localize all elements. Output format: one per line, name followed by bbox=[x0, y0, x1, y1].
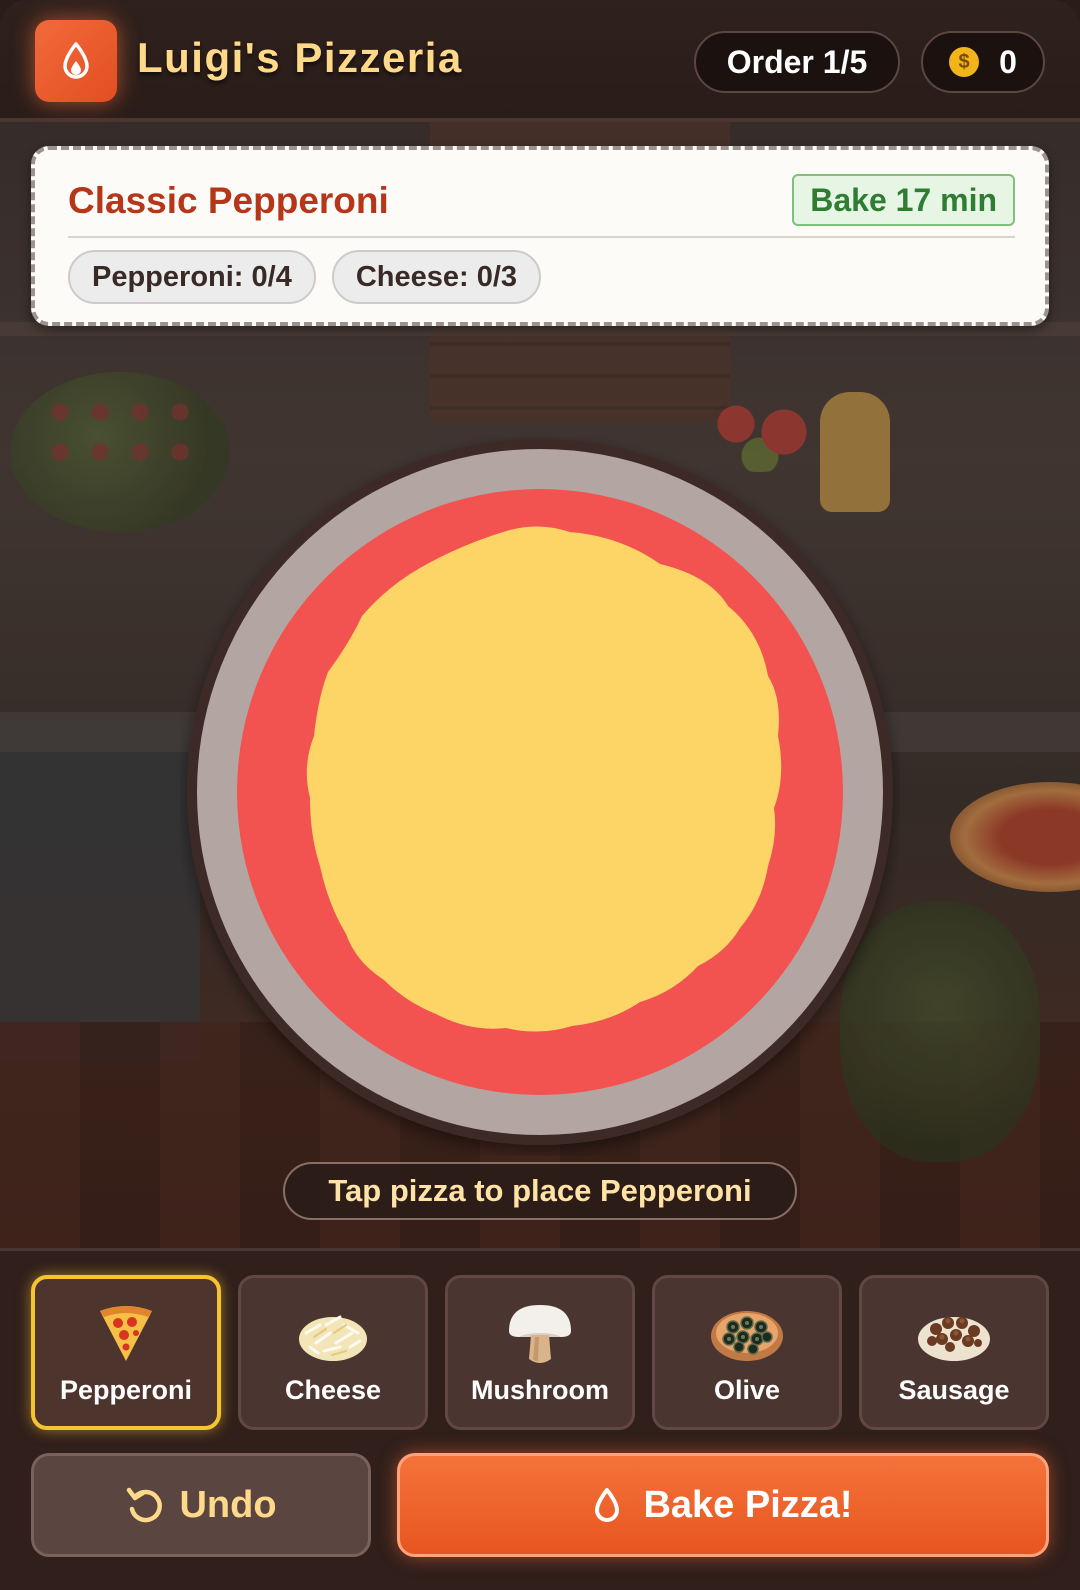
topping-mushroom[interactable]: Mushroom bbox=[445, 1275, 635, 1430]
topping-label: Sausage bbox=[898, 1375, 1010, 1405]
coin-count: 0 bbox=[999, 43, 1017, 80]
order-ticket: Classic Pepperoni Bake 17 min Pepperoni:… bbox=[31, 146, 1049, 326]
undo-button[interactable]: Undo bbox=[31, 1453, 371, 1557]
topping-sausage[interactable]: Sausage bbox=[859, 1275, 1049, 1430]
top-bar: Luigi's Pizzeria Order 1/5 $ 0 bbox=[0, 0, 1080, 122]
pizza-cheese bbox=[306, 526, 782, 1032]
flame-icon bbox=[595, 1488, 620, 1522]
shredded-cheese-icon bbox=[299, 1315, 367, 1361]
topping-label: Pepperoni bbox=[59, 1375, 193, 1405]
placement-hint: Tap pizza to place Pepperoni bbox=[283, 1162, 797, 1220]
sausage-icon bbox=[918, 1317, 990, 1361]
undo-icon bbox=[127, 1487, 163, 1523]
topping-pepperoni[interactable]: Pepperoni bbox=[31, 1275, 221, 1430]
logo bbox=[35, 20, 117, 102]
pizza[interactable] bbox=[180, 436, 900, 1156]
requirement-cheese: Cheese: 0/3 bbox=[331, 250, 542, 304]
undo-label: Undo bbox=[179, 1483, 277, 1526]
pizza-slice-icon bbox=[100, 1306, 152, 1361]
topping-label: Cheese bbox=[284, 1375, 382, 1405]
topping-tray: Pepperoni Cheese Mushroom Olive Sausage … bbox=[0, 1248, 1080, 1590]
order-counter: Order 1/5 bbox=[694, 31, 900, 93]
game-screen: Luigi's Pizzeria Order 1/5 $ 0 Classic P… bbox=[0, 0, 1080, 1590]
game-title: Luigi's Pizzeria bbox=[137, 34, 463, 81]
topping-label: Olive bbox=[713, 1375, 781, 1405]
flame-icon bbox=[63, 42, 89, 79]
coin-counter: $ 0 bbox=[921, 31, 1045, 93]
olive-icon bbox=[711, 1311, 783, 1361]
requirement-pepperoni: Pepperoni: 0/4 bbox=[68, 250, 316, 304]
bake-label: Bake Pizza! bbox=[643, 1483, 853, 1526]
order-name: Classic Pepperoni bbox=[68, 180, 389, 221]
bake-time-badge: Bake 17 min bbox=[792, 174, 1015, 226]
divider bbox=[68, 236, 1015, 238]
requirements-list: Pepperoni: 0/4 Cheese: 0/3 bbox=[68, 250, 542, 304]
topping-label: Mushroom bbox=[471, 1375, 609, 1405]
coin-icon: $ bbox=[949, 47, 980, 77]
topping-olive[interactable]: Olive bbox=[652, 1275, 842, 1430]
topping-cheese[interactable]: Cheese bbox=[238, 1275, 428, 1430]
topping-selector: Pepperoni Cheese Mushroom Olive Sausage bbox=[31, 1275, 1049, 1430]
bake-pizza-button[interactable]: Bake Pizza! bbox=[397, 1453, 1049, 1557]
mushroom-icon bbox=[509, 1305, 571, 1363]
pizza-canvas[interactable] bbox=[180, 436, 900, 1156]
